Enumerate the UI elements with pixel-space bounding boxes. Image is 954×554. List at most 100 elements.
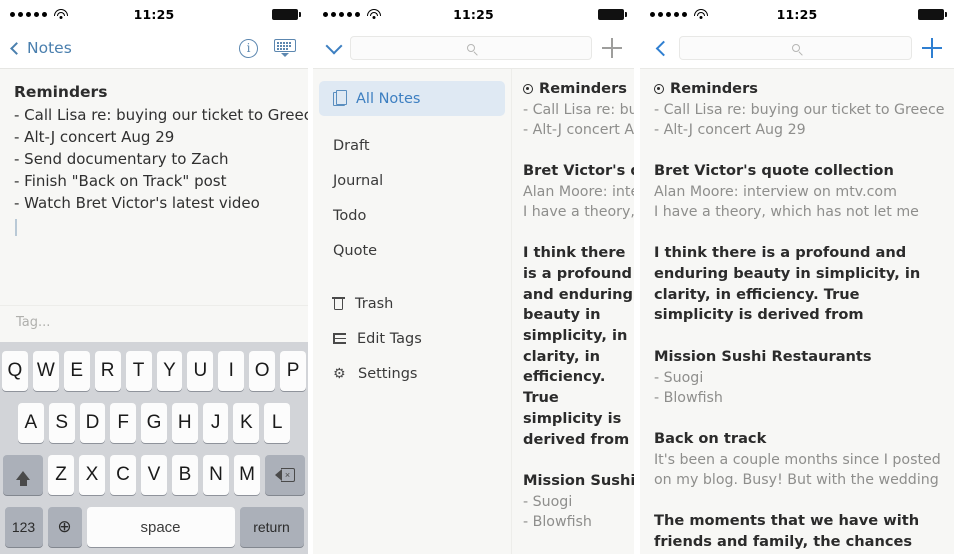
delete-key[interactable]: × <box>265 455 305 495</box>
key-g[interactable]: G <box>141 403 167 443</box>
key-t[interactable]: T <box>125 351 152 391</box>
space-key[interactable]: space <box>86 507 235 547</box>
list-item[interactable]: Back on track It's been a couple months … <box>654 429 941 490</box>
info-icon[interactable]: i <box>239 38 258 58</box>
sidebar-item-quote[interactable]: Quote <box>319 233 505 268</box>
status-bar: 11:25 <box>0 0 308 28</box>
list-item[interactable]: Mission Sushi Restaurants - Suogi - Blow… <box>523 471 634 532</box>
list-item[interactable]: Bret Victor's quote collection Alan Moor… <box>523 161 634 222</box>
key-r[interactable]: R <box>94 351 121 391</box>
note-line: - Call Lisa re: buying our ticket to Gre… <box>14 106 308 124</box>
search-input[interactable] <box>350 36 592 60</box>
search-icon <box>791 44 800 52</box>
status-bar-right <box>598 8 627 20</box>
sidebar-item-settings[interactable]: ⚙ Settings <box>319 356 505 391</box>
key-z[interactable]: Z <box>48 455 74 495</box>
sidebar-item-all-notes[interactable]: All Notes <box>319 81 505 116</box>
key-f[interactable]: F <box>110 403 137 443</box>
note-item-title: I think there is a profound and enduring… <box>523 244 633 448</box>
key-b[interactable]: B <box>172 455 198 495</box>
note-item-preview: - Suogi <box>654 369 704 386</box>
sidebar-item-edit-tags[interactable]: Edit Tags <box>319 321 505 356</box>
note-title: Reminders <box>14 83 108 101</box>
chevron-left-icon <box>10 41 23 55</box>
tag-input-placeholder[interactable]: Tag... <box>16 315 50 330</box>
list-item[interactable]: Reminders - Call Lisa re: buying our tic… <box>654 79 945 140</box>
tags-icon <box>333 333 346 344</box>
key-u[interactable]: U <box>187 351 214 391</box>
document-icon <box>333 89 347 106</box>
tag-bar[interactable]: Tag... <box>0 305 308 339</box>
key-j[interactable]: J <box>202 403 229 443</box>
list-item[interactable]: Bret Victor's quote collection Alan Moor… <box>654 161 940 222</box>
key-i[interactable]: I <box>218 351 245 391</box>
list-item[interactable]: I think there is a profound and enduring… <box>523 243 634 450</box>
key-n[interactable]: N <box>203 455 229 495</box>
add-note-button[interactable] <box>602 38 622 58</box>
panel-sidebar: 11:25 All Notes Draft Journal Todo Quote… <box>313 0 634 554</box>
key-a[interactable]: A <box>17 403 44 443</box>
status-bar: 11:25 <box>313 0 634 28</box>
key-c[interactable]: C <box>110 455 136 495</box>
trash-icon <box>332 297 345 310</box>
note-item-title: Back on track <box>654 429 767 447</box>
note-item-preview: - Alt-J concert Aug 29 <box>523 121 634 138</box>
shift-key[interactable] <box>3 455 43 495</box>
keyboard-row-3: Z X C V B N M × <box>2 454 306 496</box>
sidebar-item-label: Todo <box>333 207 367 224</box>
list-item[interactable]: Mission Sushi Restaurants - Suogi - Blow… <box>654 347 940 408</box>
status-bar-right <box>918 8 947 20</box>
onscreen-keyboard: Q W E R T Y U I O P A S D F G H J K L Z … <box>0 342 308 554</box>
key-v[interactable]: V <box>141 455 167 495</box>
list-item[interactable]: Reminders - Call Lisa re: buying our tic… <box>523 79 634 140</box>
sidebar-item-draft[interactable]: Draft <box>319 128 505 163</box>
back-to-notes-button[interactable]: Notes <box>10 39 72 57</box>
key-s[interactable]: S <box>48 403 75 443</box>
note-list-peek[interactable]: Reminders - Call Lisa re: buying our tic… <box>511 69 634 554</box>
note-list[interactable]: Reminders - Call Lisa re: buying our tic… <box>640 69 954 554</box>
panel-note-editor: 11:25 Notes i Reminders - Call Lisa re: … <box>0 0 308 554</box>
key-d[interactable]: D <box>79 403 106 443</box>
battery-full-icon <box>598 8 627 20</box>
key-p[interactable]: P <box>280 351 307 391</box>
key-y[interactable]: Y <box>156 351 183 391</box>
note-line: - Finish "Back on Track" post <box>14 172 227 191</box>
gear-icon: ⚙ <box>333 365 346 382</box>
note-item-preview: Alan Moore: interview on mtv.com <box>654 183 897 200</box>
text-caret <box>15 219 17 237</box>
sidebar-item-label: All Notes <box>356 90 421 107</box>
key-q[interactable]: Q <box>1 351 28 391</box>
key-x[interactable]: X <box>79 455 105 495</box>
note-item-preview: - Call Lisa re: buying our ticket to Gre… <box>523 101 634 118</box>
sidebar-item-journal[interactable]: Journal <box>319 163 505 198</box>
key-o[interactable]: O <box>249 351 276 391</box>
numbers-key[interactable]: 123 <box>4 507 43 547</box>
key-l[interactable]: L <box>264 403 291 443</box>
note-item-title: Mission Sushi Restaurants <box>523 472 634 490</box>
list-item[interactable]: I think there is a profound and enduring… <box>654 243 940 326</box>
chevron-left-icon[interactable] <box>655 40 672 56</box>
note-editor-body[interactable]: Reminders - Call Lisa re: buying our tic… <box>0 69 308 305</box>
key-e[interactable]: E <box>63 351 90 391</box>
return-key[interactable]: return <box>239 507 304 547</box>
keyboard-dismiss-icon[interactable] <box>274 39 296 57</box>
key-h[interactable]: H <box>171 403 198 443</box>
editor-navbar-actions: i <box>239 38 296 58</box>
chevron-down-icon[interactable] <box>325 37 343 54</box>
search-input[interactable] <box>679 36 912 60</box>
battery-full-icon <box>272 8 301 20</box>
key-m[interactable]: M <box>234 455 260 495</box>
globe-icon[interactable]: ⊕ <box>47 507 82 547</box>
sidebar-item-todo[interactable]: Todo <box>319 198 505 233</box>
key-k[interactable]: K <box>233 403 260 443</box>
note-item-preview: - Alt-J concert Aug 29 <box>654 121 806 138</box>
add-note-button[interactable] <box>922 38 942 58</box>
list-item[interactable]: The moments that we have with friends an… <box>654 511 940 554</box>
note-item-preview: - Blowfish <box>523 514 592 531</box>
three-panel-screenshot: 11:25 Notes i Reminders - Call Lisa re: … <box>0 0 954 554</box>
sidebar-body: All Notes Draft Journal Todo Quote Trash… <box>313 69 634 554</box>
note-item-preview: - Call Lisa re: buying our ticket to Gre… <box>654 101 945 118</box>
sidebar-item-label: Quote <box>333 242 378 259</box>
key-w[interactable]: W <box>32 351 59 391</box>
sidebar-item-trash[interactable]: Trash <box>319 286 505 321</box>
